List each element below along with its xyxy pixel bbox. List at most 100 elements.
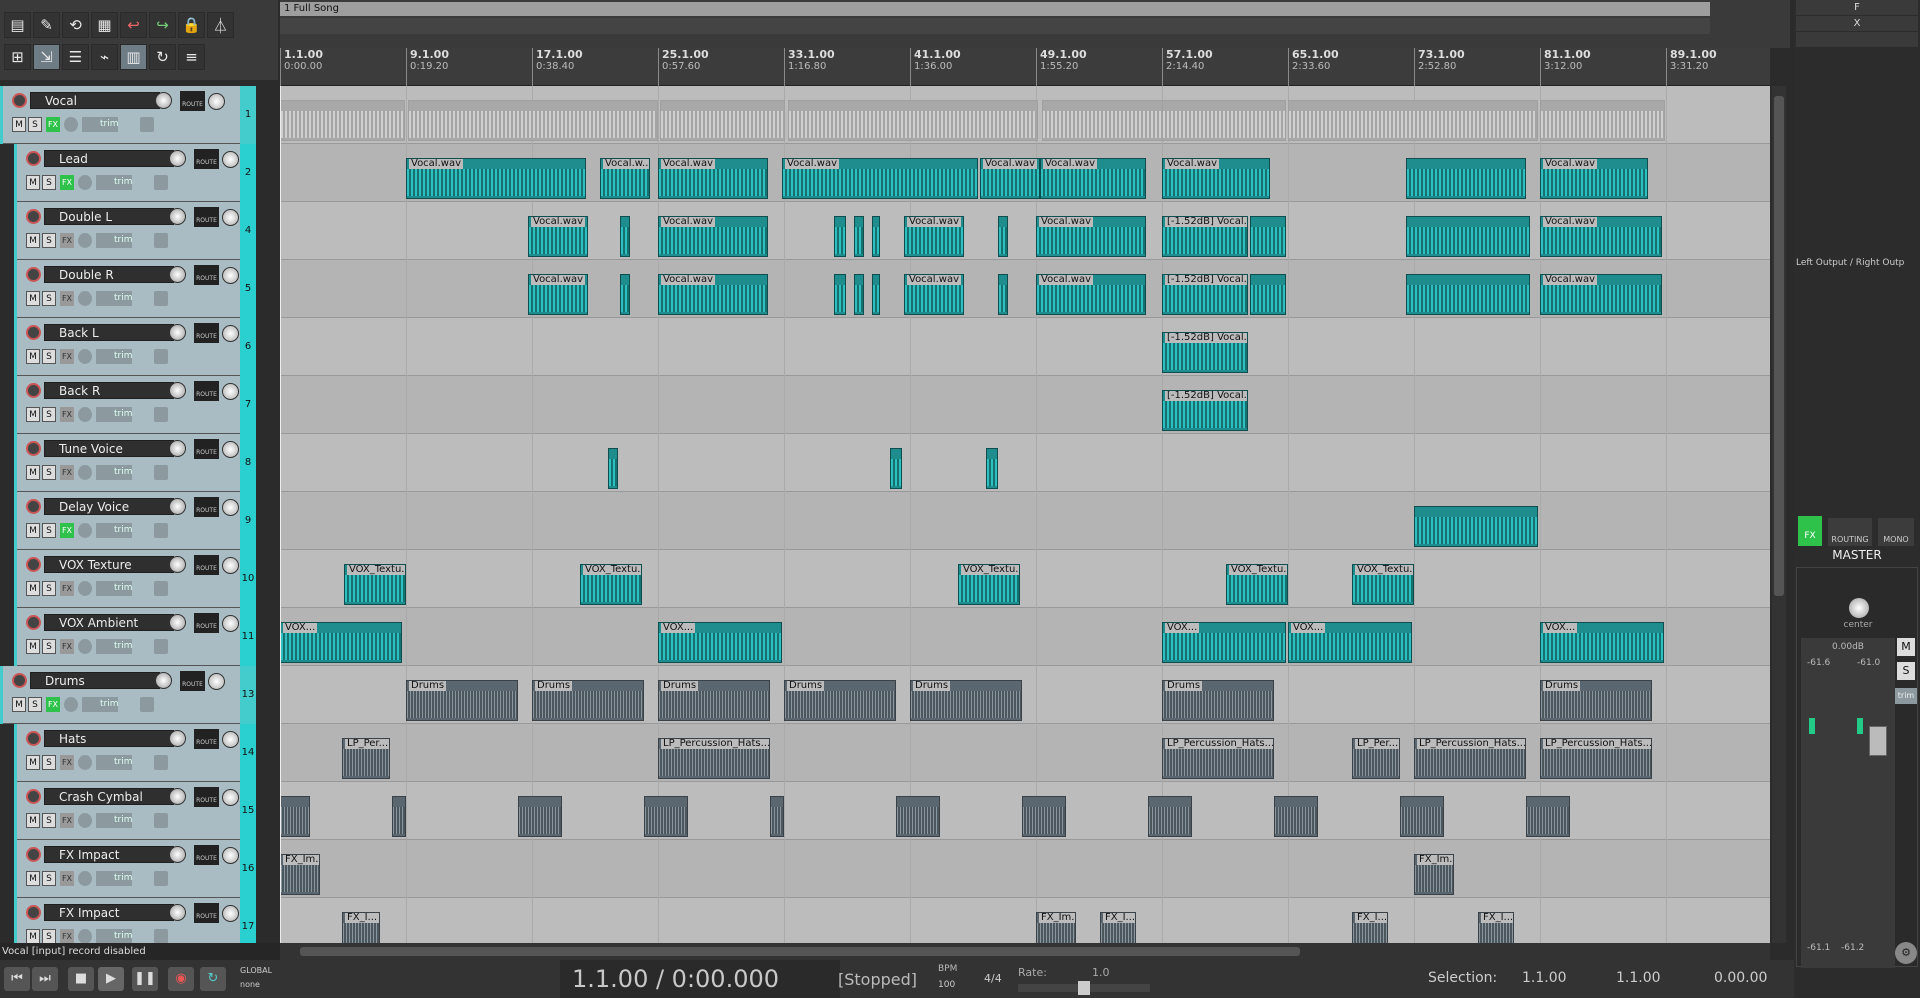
media-item[interactable]: [-1.52dB] Vocal...	[1162, 332, 1248, 373]
media-item[interactable]	[788, 100, 1038, 141]
solo-button[interactable]: S	[42, 639, 56, 654]
media-item[interactable]: Vocal.wav	[1540, 216, 1662, 257]
solo-button[interactable]: S	[42, 349, 56, 364]
record-arm-icon[interactable]	[26, 267, 41, 282]
undo-icon[interactable]: ↩	[120, 12, 147, 38]
volume-knob[interactable]	[169, 440, 186, 457]
go-to-end-icon[interactable]: ⏭	[32, 967, 58, 991]
open-project-icon[interactable]: ✎	[33, 12, 60, 38]
media-item[interactable]	[834, 274, 846, 315]
track-name[interactable]: VOX Ambient	[44, 614, 174, 631]
track-header[interactable]: VOX Ambient ROUTE M S FX trim 11	[14, 608, 256, 666]
media-item[interactable]	[896, 796, 940, 837]
input-icon[interactable]	[154, 871, 168, 886]
track-name[interactable]: FX Impact	[44, 904, 174, 921]
media-item[interactable]: Drums	[910, 680, 1022, 721]
solo-button[interactable]: S	[42, 233, 56, 248]
fx-button[interactable]: FX	[60, 755, 74, 770]
route-button[interactable]: ROUTE	[194, 323, 219, 343]
vertical-scroll-thumb[interactable]	[1774, 96, 1784, 596]
phase-icon[interactable]	[64, 117, 78, 132]
pan-knob[interactable]	[222, 441, 239, 458]
mute-button[interactable]: M	[12, 697, 26, 712]
media-item[interactable]: LP_Percussion_Hats....	[1414, 738, 1526, 779]
mute-button[interactable]: M	[26, 929, 40, 943]
volume-knob[interactable]	[155, 92, 172, 109]
fx-button[interactable]: FX	[60, 639, 74, 654]
solo-button[interactable]: S	[42, 175, 56, 190]
phase-icon[interactable]	[78, 233, 92, 248]
media-item[interactable]: [-1.52dB] Vocal...	[1162, 390, 1248, 431]
record-arm-icon[interactable]	[26, 557, 41, 572]
mute-button[interactable]: M	[26, 291, 40, 306]
media-item[interactable]: FX_I...	[1100, 912, 1136, 943]
fx-button[interactable]: FX	[60, 233, 74, 248]
pan-knob[interactable]	[222, 325, 239, 342]
track-name[interactable]: VOX Texture	[44, 556, 174, 573]
media-item[interactable]: Vocal.wav	[1540, 274, 1662, 315]
phase-icon[interactable]	[78, 407, 92, 422]
pan-knob[interactable]	[222, 905, 239, 922]
media-item[interactable]	[620, 216, 630, 257]
volume-knob[interactable]	[169, 904, 186, 921]
stop-icon[interactable]: ■	[68, 967, 94, 991]
track-name[interactable]: Lead	[44, 150, 174, 167]
input-icon[interactable]	[154, 813, 168, 828]
volume-knob[interactable]	[169, 266, 186, 283]
media-item[interactable]: Vocal.wav	[1036, 274, 1146, 315]
phase-icon[interactable]	[78, 523, 92, 538]
phase-icon[interactable]	[78, 465, 92, 480]
media-item[interactable]: Vocal.wav	[658, 216, 768, 257]
phase-icon[interactable]	[78, 581, 92, 596]
record-arm-icon[interactable]	[12, 673, 27, 688]
media-item[interactable]: Vocal.wav	[1036, 216, 1146, 257]
media-item[interactable]	[608, 448, 618, 489]
media-item[interactable]: Vocal.wav	[658, 274, 768, 315]
pan-knob[interactable]	[222, 209, 239, 226]
input-icon[interactable]	[154, 523, 168, 538]
grid-snap-icon[interactable]: ⊞	[4, 44, 31, 70]
track-name[interactable]: Hats	[44, 730, 174, 747]
route-button[interactable]: ROUTE	[194, 729, 219, 749]
route-button[interactable]: ROUTE	[194, 555, 219, 575]
pan-knob[interactable]	[222, 615, 239, 632]
input-icon[interactable]	[154, 233, 168, 248]
media-item[interactable]: Vocal.wav	[904, 216, 964, 257]
fx-button[interactable]: FX	[60, 465, 74, 480]
track-header[interactable]: VOX Texture ROUTE M S FX trim 10	[14, 550, 256, 608]
horizontal-scroll-thumb[interactable]	[300, 947, 1300, 956]
fx-button[interactable]: FX	[60, 581, 74, 596]
media-item[interactable]	[1540, 100, 1665, 141]
media-item[interactable]	[1288, 100, 1538, 141]
media-item[interactable]	[518, 796, 562, 837]
phase-icon[interactable]	[78, 813, 92, 828]
timeline-ruler[interactable]: 1.1.00 0:00.00 9.1.00 0:19.20 17.1.00 0:38.…	[280, 48, 1770, 86]
pan-knob[interactable]	[222, 557, 239, 574]
media-item[interactable]	[998, 274, 1008, 315]
input-icon[interactable]	[140, 697, 154, 712]
track-header[interactable]: Hats ROUTE M S FX trim 14	[14, 724, 256, 782]
playhead-cursor[interactable]	[280, 86, 281, 943]
media-item[interactable]: Drums	[1162, 680, 1274, 721]
master-routing-button[interactable]: ROUTING	[1828, 518, 1872, 546]
track-header[interactable]: Vocal ROUTE M S FX trim 1	[0, 86, 256, 144]
solo-button[interactable]: S	[42, 291, 56, 306]
media-item[interactable]: Vocal.wav	[980, 158, 1040, 199]
input-icon[interactable]	[154, 175, 168, 190]
record-arm-icon[interactable]	[26, 905, 41, 920]
media-item[interactable]: Vocal.wav	[1040, 158, 1146, 199]
track-header[interactable]: Delay Voice ROUTE M S FX trim 9	[14, 492, 256, 550]
volume-knob[interactable]	[169, 208, 186, 225]
media-item[interactable]: LP_Percussion_Hats....	[1540, 738, 1652, 779]
trim-button[interactable]: trim	[96, 929, 133, 943]
track-name[interactable]: FX Impact	[44, 846, 174, 863]
media-item[interactable]	[770, 796, 784, 837]
track-name[interactable]: Back L	[44, 324, 174, 341]
master-fx-button[interactable]: FX	[1798, 516, 1822, 546]
trim-button[interactable]: trim	[96, 813, 133, 828]
media-item[interactable]	[620, 274, 630, 315]
master-fx-slot[interactable]: F	[1796, 0, 1918, 15]
media-item[interactable]	[1042, 100, 1167, 141]
phase-icon[interactable]	[78, 175, 92, 190]
media-item[interactable]: Drums	[406, 680, 518, 721]
